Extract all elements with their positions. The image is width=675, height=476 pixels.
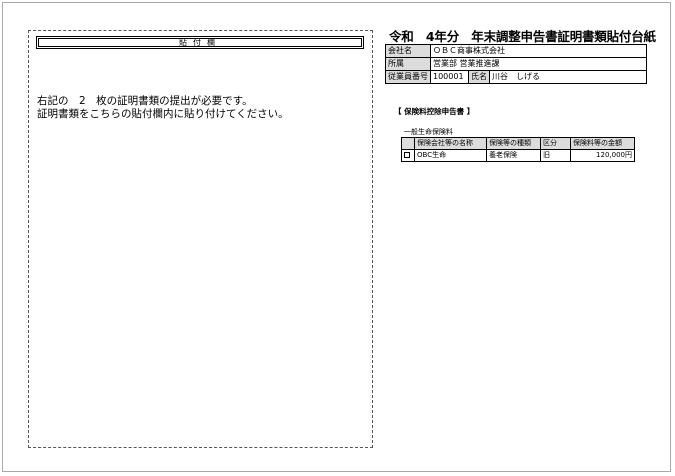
header-company: 保険会社等の名称 (414, 137, 487, 150)
row-type: 養老保険 (486, 149, 541, 162)
instruction-line-1: 右記の 2 枚の証明書類の提出が必要です。 (37, 95, 253, 107)
employee-info-table: 会社名 ＯＢＣ商事株式会社 所属 営業部 営業推進課 従業員番号 100001 … (385, 44, 647, 84)
row-checkbox-cell[interactable] (401, 149, 415, 162)
dept-label: 所属 (385, 57, 431, 71)
header-category: 区分 (540, 137, 571, 150)
header-type: 保険等の種類 (486, 137, 541, 150)
insurance-section-title: 【 保険料控除申告書 】 (394, 107, 475, 116)
table-row: OBC生命 養老保険 旧 120,000円 (401, 149, 635, 162)
insurance-table-header: 保険会社等の名称 保険等の種類 区分 保険料等の金額 (401, 137, 635, 150)
header-amount: 保険料等の金額 (570, 137, 635, 150)
employee-number-value: 100001 (430, 70, 469, 84)
dept-value: 営業部 営業推進課 (430, 57, 647, 71)
employee-row: 従業員番号 100001 氏名 川谷 しげる (385, 70, 647, 84)
checkbox[interactable] (404, 152, 410, 158)
paste-area: 貼付欄 右記の 2 枚の証明書類の提出が必要です。 証明書類をこちらの貼付欄内に… (28, 30, 373, 448)
paste-header-label: 貼付欄 (38, 38, 362, 47)
insurance-table: 保険会社等の名称 保険等の種類 区分 保険料等の金額 OBC生命 養老保険 旧 … (401, 137, 635, 162)
name-label: 氏名 (468, 70, 490, 84)
employee-number-label: 従業員番号 (385, 70, 431, 84)
header-checkbox-cell (401, 137, 415, 150)
paste-instructions: 右記の 2 枚の証明書類の提出が必要です。 証明書類をこちらの貼付欄内に貼り付け… (37, 95, 289, 121)
company-row: 会社名 ＯＢＣ商事株式会社 (385, 44, 647, 58)
document-title: 令和 4年分 年末調整申告書証明書類貼付台紙 (389, 29, 656, 44)
dept-row: 所属 営業部 営業推進課 (385, 57, 647, 71)
insurance-subsection-title: 一般生命保険料 (404, 128, 453, 136)
name-value: 川谷 しげる (489, 70, 647, 84)
row-category: 旧 (540, 149, 571, 162)
paste-header: 貼付欄 (36, 36, 364, 49)
row-amount: 120,000円 (570, 149, 635, 162)
instruction-line-2: 証明書類をこちらの貼付欄内に貼り付けてください。 (37, 108, 289, 120)
company-value: ＯＢＣ商事株式会社 (430, 44, 647, 58)
row-company: OBC生命 (414, 149, 487, 162)
company-label: 会社名 (385, 44, 431, 58)
